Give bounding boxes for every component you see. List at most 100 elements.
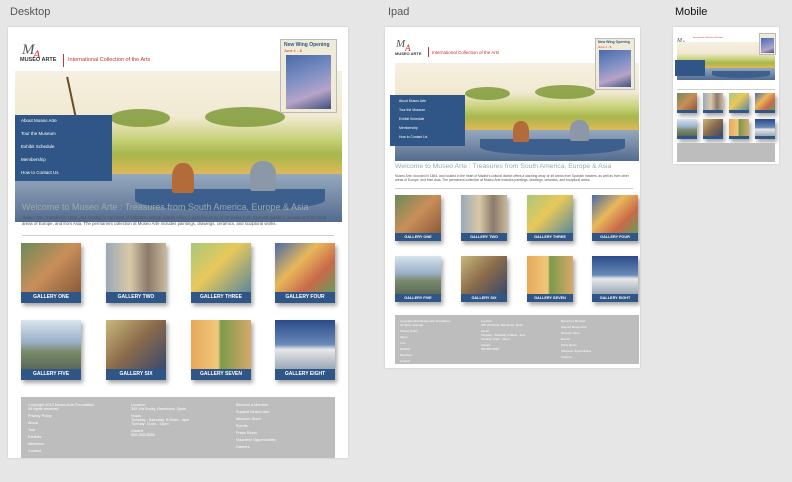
- mobile-gallery-tile-1[interactable]: [677, 93, 697, 113]
- ipad-footer-tour-link[interactable]: Tour: [400, 341, 450, 345]
- gallery-tile-8[interactable]: GALLERY EIGHT: [275, 320, 335, 380]
- ipad-footer-rights: All rights reserved: [400, 323, 424, 327]
- ipad-gallery-tile-4[interactable]: GALLERY FOUR: [592, 195, 638, 241]
- footer-volunteer-link[interactable]: Volunteer Opportunities: [236, 438, 276, 442]
- ipad-footer-press-link[interactable]: Press Room: [561, 343, 591, 347]
- ipad-footer-address: 345 Via Rocky, Barcelona, Spain: [481, 323, 523, 327]
- mobile-gallery-tile-4[interactable]: [755, 93, 775, 113]
- footer-contact-link[interactable]: Contact: [28, 449, 94, 453]
- gallery-tile-3[interactable]: GALLERY THREE: [191, 243, 251, 303]
- welcome-heading: Welcome to Museo Arte : Treasures from S…: [22, 202, 309, 212]
- ipad-gallery-tile-7[interactable]: GALLERY SEVEN: [527, 256, 573, 302]
- mobile-main-nav[interactable]: [675, 60, 705, 76]
- ipad-mockup: MA MUSEO ARTE International Collection o…: [385, 27, 640, 368]
- footer-about-link[interactable]: About: [28, 421, 94, 425]
- ipad-promo-image: [599, 50, 631, 87]
- ipad-main-nav: About Museo Arte Tour the Museum Exhibit…: [390, 95, 465, 146]
- mobile-label: Mobile: [675, 6, 708, 18]
- ipad-gallery-tile-1[interactable]: GALLERY ONE: [395, 195, 441, 241]
- gallery-tile-5[interactable]: GALLERY FIVE: [21, 320, 81, 380]
- ipad-promo-title: New Wing Opening: [598, 40, 630, 44]
- footer-address: 345 Via Rocky, Barcelona, Spain: [131, 407, 187, 411]
- ipad-footer-volunteer-link[interactable]: Volunteer Opportunities: [561, 349, 591, 353]
- ipad-label: Ipad: [388, 6, 410, 18]
- ipad-gallery-tile-8[interactable]: GALLERY EIGHT: [592, 256, 638, 302]
- mobile-mockup: MA International Collection of the Arts: [673, 27, 779, 164]
- mobile-gallery-tile-3[interactable]: [729, 93, 749, 113]
- mobile-gallery-tile-7[interactable]: [729, 119, 749, 139]
- ipad-footer-hours-2: Tue/day: 11am - 11pm: [481, 337, 510, 341]
- ipad-gallery-tile-3[interactable]: GALLERY THREE: [527, 195, 573, 241]
- footer-phone: 555-555-5555: [131, 433, 155, 437]
- nav-about[interactable]: About Museo Arte: [21, 118, 57, 123]
- ipad-logo-text: MUSEO ARTE: [395, 51, 422, 56]
- main-nav: About Museo Arte Tour the Museum Exhibit…: [15, 115, 112, 181]
- mobile-tagline: International Collection of the Arts: [693, 37, 723, 39]
- mobile-logo-icon[interactable]: MA: [676, 31, 687, 46]
- ipad-gallery-tile-6[interactable]: GALLERY SIX: [461, 256, 507, 302]
- ipad-footer-exhibits-link[interactable]: Exhibits: [400, 347, 450, 351]
- gallery-tile-7[interactable]: GALLERY SEVEN: [191, 320, 251, 380]
- ipad-footer-about-link[interactable]: About: [400, 335, 450, 339]
- intro-text: Museo Arte, founded in 1864, and located…: [22, 215, 327, 226]
- ipad-nav-membership[interactable]: Membership: [399, 126, 418, 130]
- nav-tour[interactable]: Tour the Museum: [21, 131, 56, 136]
- ipad-footer-events-link[interactable]: Events: [561, 337, 591, 341]
- ipad-gallery-tile-5[interactable]: GALLERY FIVE: [395, 256, 441, 302]
- mobile-divider: [677, 89, 775, 90]
- ipad-footer-store-link[interactable]: Museum Store: [561, 331, 591, 335]
- nav-contact[interactable]: How to Contact Us: [21, 170, 59, 175]
- logo-text: MUSEO ARTE: [20, 57, 57, 63]
- mobile-gallery-tile-8[interactable]: [755, 119, 775, 139]
- mobile-gallery-tile-6[interactable]: [703, 119, 723, 139]
- ipad-logo-icon[interactable]: MA: [395, 36, 417, 53]
- footer-careers-link[interactable]: Careers: [236, 445, 276, 449]
- ipad-site-footer: Copyright 2012 Museo Arte Foundation All…: [395, 315, 639, 364]
- site-footer: Copyright 2012 Museo Arte Foundation All…: [21, 397, 335, 458]
- ipad-new-wing-promo[interactable]: New Wing Opening June 1 - 8: [595, 38, 635, 90]
- nav-exhibits[interactable]: Exhibit Schedule: [21, 144, 55, 149]
- gallery-tile-2[interactable]: GALLERY TWO: [106, 243, 166, 303]
- ipad-footer-contact-link[interactable]: Contact: [400, 359, 450, 363]
- footer-press-link[interactable]: Press Room: [236, 431, 276, 435]
- promo-image: [286, 55, 331, 109]
- ipad-nav-about[interactable]: About Museo Arte: [399, 99, 426, 103]
- mobile-promo[interactable]: [759, 33, 776, 55]
- footer-hours-2: Tue/day: 11am - 11pm: [131, 422, 169, 426]
- ipad-footer-phone: 555-555-5555: [481, 347, 500, 351]
- footer-events-link[interactable]: Events: [236, 424, 276, 428]
- footer-members-link[interactable]: Members: [28, 442, 94, 446]
- ipad-promo-subtitle: June 1 - 8: [598, 45, 612, 49]
- footer-tour-link[interactable]: Tour: [28, 428, 94, 432]
- ipad-tagline: International Collection of the Arts: [432, 50, 500, 55]
- footer-support-link[interactable]: Support Museo Arte: [236, 410, 276, 414]
- content-divider: [22, 235, 334, 236]
- desktop-mockup: MA MUSEO ARTE International Collection o…: [8, 27, 348, 458]
- ipad-footer-support-link[interactable]: Support Museo Arte: [561, 325, 591, 329]
- ipad-footer-member-link[interactable]: Become a Member: [561, 319, 591, 323]
- footer-store-link[interactable]: Museum Store: [236, 417, 276, 421]
- ipad-nav-contact[interactable]: How to Contact Us: [399, 135, 427, 139]
- new-wing-promo[interactable]: New Wing Opening June 1 - 8: [280, 39, 337, 113]
- gallery-tile-4[interactable]: GALLERY FOUR: [275, 243, 335, 303]
- footer-privacy-link[interactable]: Privacy Policy: [28, 414, 94, 418]
- tagline: International Collection of the Arts: [68, 57, 151, 63]
- ipad-gallery-tile-2[interactable]: GALLERY TWO: [461, 195, 507, 241]
- mobile-gallery-tile-2[interactable]: [703, 93, 723, 113]
- ipad-footer-members-link[interactable]: Members: [400, 353, 450, 357]
- footer-exhibits-link[interactable]: Exhibits: [28, 435, 94, 439]
- ipad-footer-careers-link[interactable]: Careers: [561, 355, 591, 359]
- footer-member-link[interactable]: Become a Member: [236, 403, 276, 407]
- ipad-nav-tour[interactable]: Tour the Museum: [399, 108, 425, 112]
- gallery-tile-1[interactable]: GALLERY ONE: [21, 243, 81, 303]
- ipad-content-divider: [395, 188, 633, 189]
- promo-subtitle: June 1 - 8: [284, 48, 302, 53]
- ipad-nav-exhibits[interactable]: Exhibit Schedule: [399, 117, 424, 121]
- ipad-footer-privacy-link[interactable]: Privacy Policy: [400, 329, 450, 333]
- ipad-header-divider: [428, 47, 429, 57]
- ipad-intro-text: Museo Arte, founded in 1864, and located…: [395, 174, 629, 183]
- mobile-gallery-tile-5[interactable]: [677, 119, 697, 139]
- nav-membership[interactable]: Membership: [21, 157, 46, 162]
- ipad-welcome-heading: Welcome to Museo Arte : Treasures from S…: [395, 163, 612, 170]
- gallery-tile-6[interactable]: GALLERY SIX: [106, 320, 166, 380]
